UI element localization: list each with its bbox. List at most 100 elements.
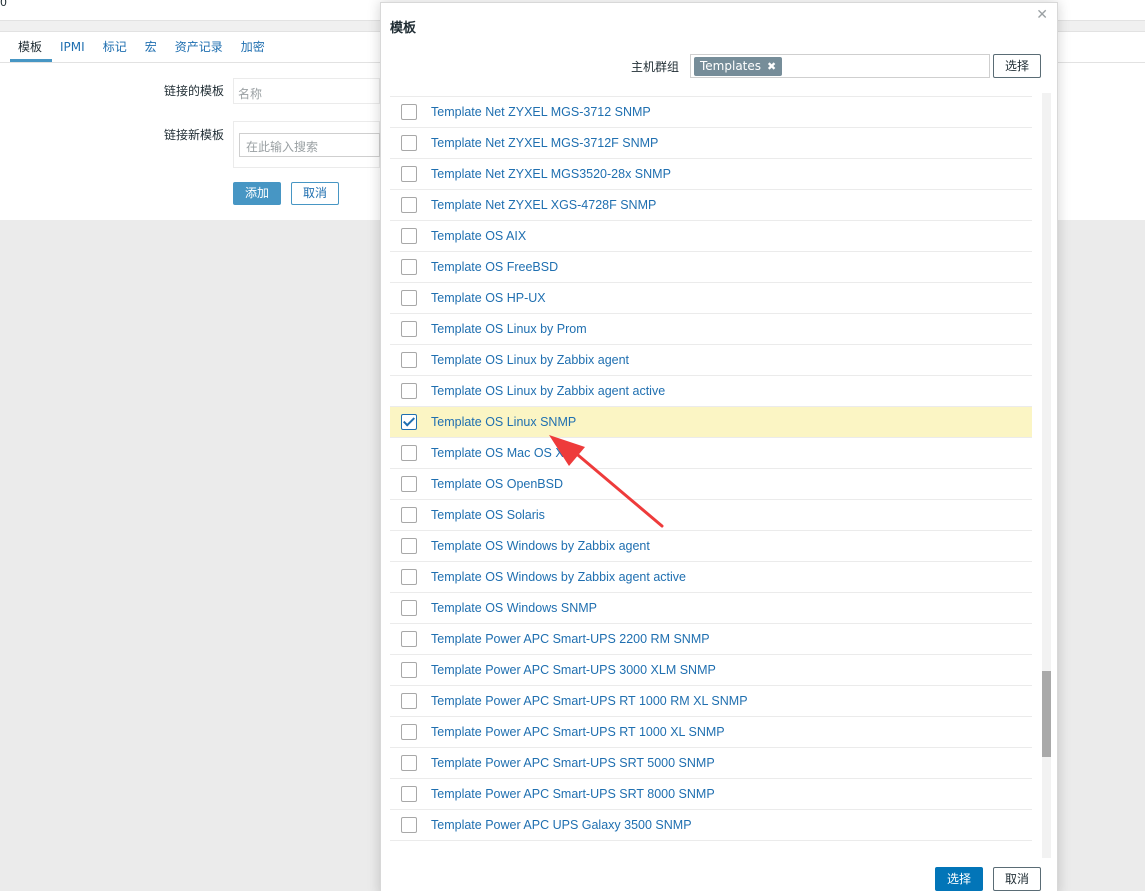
template-row[interactable]: Template Net ZYXEL MGS-3712F SNMP xyxy=(390,128,1032,159)
scrollbar-thumb[interactable] xyxy=(1042,671,1051,757)
link-new-templates-label: 链接新模板 xyxy=(163,128,224,142)
template-label[interactable]: Template Net ZYXEL MGS3520-28x SNMP xyxy=(431,167,671,181)
template-label[interactable]: Template Net ZYXEL MGS-3712F SNMP xyxy=(431,136,658,150)
template-row[interactable]: Template OS Linux by Zabbix agent active xyxy=(390,376,1032,407)
linked-templates-table: 名称 xyxy=(233,78,380,104)
corner-text: 0 xyxy=(0,0,7,9)
template-label[interactable]: Template OS Linux by Prom xyxy=(431,322,587,336)
checkbox[interactable] xyxy=(401,724,417,740)
template-label[interactable]: Template OS Windows by Zabbix agent acti… xyxy=(431,570,686,584)
template-row[interactable]: Template OS Mac OS X xyxy=(390,438,1032,469)
checkmark-icon xyxy=(402,414,416,427)
checkbox[interactable] xyxy=(401,166,417,182)
dialog-cancel-button[interactable]: 取消 xyxy=(993,867,1041,891)
template-label[interactable]: Template OS Solaris xyxy=(431,508,545,522)
add-button[interactable]: 添加 xyxy=(233,182,281,205)
template-row[interactable]: Template Power APC Smart-UPS RT 1000 RM … xyxy=(390,686,1032,717)
host-group-multiselect[interactable]: Templates ✖ xyxy=(690,54,990,78)
template-label[interactable]: Template OS Linux by Zabbix agent active xyxy=(431,384,665,398)
template-row[interactable]: Template OS FreeBSD xyxy=(390,252,1032,283)
tab-tags[interactable]: 标记 xyxy=(95,38,137,62)
template-search-input[interactable]: 在此输入搜索 xyxy=(239,133,380,157)
host-group-chip-label: Templates xyxy=(700,59,762,73)
template-row[interactable]: Template OS Windows by Zabbix agent acti… xyxy=(390,562,1032,593)
template-label[interactable]: Template OS HP-UX xyxy=(431,291,546,305)
template-label[interactable]: Template OS Windows by Zabbix agent xyxy=(431,539,650,553)
linked-templates-name-header: 名称 xyxy=(238,87,263,101)
remove-chip-icon[interactable]: ✖ xyxy=(767,57,776,76)
template-row[interactable]: Template OS Linux by Zabbix agent xyxy=(390,345,1032,376)
template-label[interactable]: Template Power APC Smart-UPS 2200 RM SNM… xyxy=(431,632,710,646)
checkbox[interactable] xyxy=(401,507,417,523)
template-row[interactable]: Template OS Windows SNMP xyxy=(390,593,1032,624)
tab-inventory[interactable]: 资产记录 xyxy=(167,38,233,62)
tab-encryption[interactable]: 加密 xyxy=(233,38,275,62)
template-row[interactable]: Template Power APC Smart-UPS SRT 8000 SN… xyxy=(390,779,1032,810)
template-label[interactable]: Template Net ZYXEL XGS-4728F SNMP xyxy=(431,198,656,212)
template-label[interactable]: Template OS OpenBSD xyxy=(431,477,563,491)
template-row[interactable]: Template OS HP-UX xyxy=(390,283,1032,314)
checkbox[interactable] xyxy=(401,290,417,306)
template-row[interactable]: Template Net ZYXEL MGS3520-28x SNMP xyxy=(390,159,1032,190)
scrollbar[interactable] xyxy=(1042,93,1051,858)
template-row[interactable]: Template Power APC Smart-UPS 2200 RM SNM… xyxy=(390,624,1032,655)
template-row[interactable]: Template OS Linux by Prom xyxy=(390,314,1032,345)
template-row[interactable]: Template OS AIX xyxy=(390,221,1032,252)
checkbox[interactable] xyxy=(401,259,417,275)
host-group-select-button[interactable]: 选择 xyxy=(993,54,1041,78)
checkbox[interactable] xyxy=(401,383,417,399)
template-label[interactable]: Template Power APC UPS Galaxy 3500 SNMP xyxy=(431,818,692,832)
checkbox[interactable] xyxy=(401,135,417,151)
template-label[interactable]: Template Power APC Smart-UPS SRT 8000 SN… xyxy=(431,787,715,801)
template-label[interactable]: Template Net ZYXEL MGS-3712 SNMP xyxy=(431,105,651,119)
template-row[interactable]: Template Power APC Smart-UPS 3000 XLM SN… xyxy=(390,655,1032,686)
checkbox[interactable] xyxy=(401,321,417,337)
template-row[interactable]: Template Power APC UPS Galaxy 3500 SNMP xyxy=(390,810,1032,841)
checkbox[interactable] xyxy=(401,197,417,213)
template-row[interactable]: Template OS Windows by Zabbix agent xyxy=(390,531,1032,562)
checkbox[interactable] xyxy=(401,600,417,616)
template-label[interactable]: Template OS Linux by Zabbix agent xyxy=(431,353,629,367)
checkbox[interactable] xyxy=(401,228,417,244)
checkbox[interactable] xyxy=(401,569,417,585)
template-row[interactable]: Template Power APC Smart-UPS SRT 5000 SN… xyxy=(390,748,1032,779)
tab-ipmi[interactable]: IPMI xyxy=(52,38,95,62)
checkbox[interactable] xyxy=(401,786,417,802)
template-row[interactable]: Template OS Linux SNMP xyxy=(390,407,1032,438)
template-label[interactable]: Template OS Mac OS X xyxy=(431,446,564,460)
tab-templates[interactable]: 模板 xyxy=(10,38,53,62)
template-row[interactable]: Template Net ZYXEL XGS-4728F SNMP xyxy=(390,190,1032,221)
checkbox[interactable] xyxy=(401,352,417,368)
cancel-button[interactable]: 取消 xyxy=(291,182,339,205)
checkbox[interactable] xyxy=(401,755,417,771)
template-row[interactable]: Template Net ZYXEL MGS-3712 SNMP xyxy=(390,97,1032,128)
template-label[interactable]: Template Power APC Smart-UPS 3000 XLM SN… xyxy=(431,663,716,677)
template-label[interactable]: Template OS Linux SNMP xyxy=(431,415,576,429)
close-icon[interactable]: ✕ xyxy=(1036,7,1048,23)
checkbox[interactable] xyxy=(401,662,417,678)
checkbox[interactable] xyxy=(401,631,417,647)
template-label[interactable]: Template OS FreeBSD xyxy=(431,260,558,274)
checkbox[interactable] xyxy=(401,445,417,461)
checkbox[interactable] xyxy=(401,104,417,120)
template-label[interactable]: Template Power APC Smart-UPS RT 1000 RM … xyxy=(431,694,748,708)
template-label[interactable]: Template Power APC Smart-UPS RT 1000 XL … xyxy=(431,725,725,739)
dialog-select-button[interactable]: 选择 xyxy=(935,867,983,891)
checkbox[interactable] xyxy=(401,693,417,709)
template-label[interactable]: Template Power APC Smart-UPS SRT 5000 SN… xyxy=(431,756,715,770)
host-group-label: 主机群组 xyxy=(630,60,679,74)
template-row[interactable]: Template OS Solaris xyxy=(390,500,1032,531)
linked-templates-label: 链接的模板 xyxy=(163,84,224,98)
checkbox[interactable] xyxy=(401,817,417,833)
templates-dialog: 模板 ✕ 主机群组 Templates ✖ 选择 Template Net ZY… xyxy=(380,2,1058,891)
checkbox[interactable] xyxy=(401,538,417,554)
template-label[interactable]: Template OS Windows SNMP xyxy=(431,601,597,615)
tab-bar: 模板 IPMI 标记 宏 资产记录 加密 xyxy=(10,38,275,62)
template-label[interactable]: Template OS AIX xyxy=(431,229,526,243)
template-row[interactable]: Template OS OpenBSD xyxy=(390,469,1032,500)
checkbox-checked[interactable] xyxy=(401,414,417,430)
template-row[interactable]: Template Net ZYXEL MGS3500-24S SNMP xyxy=(390,89,1032,97)
checkbox[interactable] xyxy=(401,476,417,492)
tab-macros[interactable]: 宏 xyxy=(137,38,167,62)
template-row[interactable]: Template Power APC Smart-UPS RT 1000 XL … xyxy=(390,717,1032,748)
